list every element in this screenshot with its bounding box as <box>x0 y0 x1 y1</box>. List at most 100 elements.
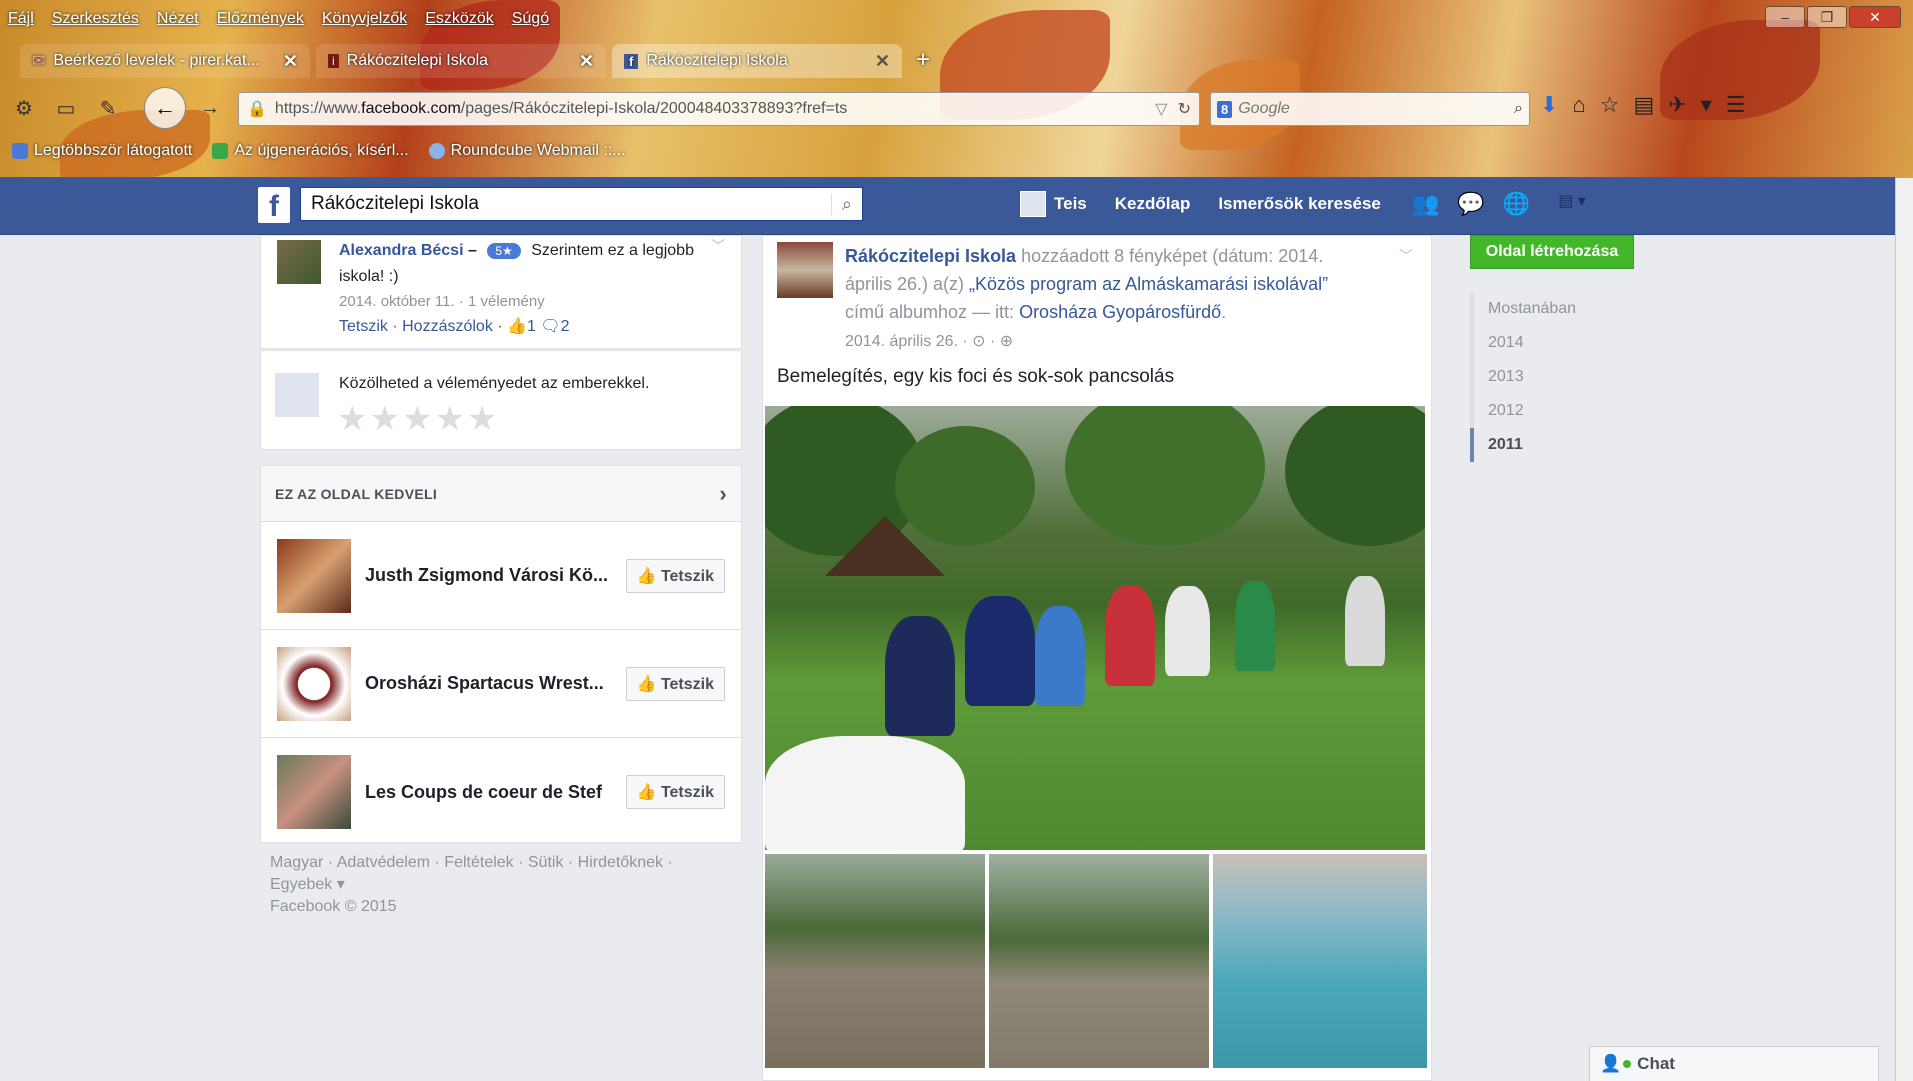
menu-edit[interactable]: Szerkesztés <box>52 10 139 34</box>
footer-links[interactable]: Magyar · Adatvédelem · Feltételek · Süti… <box>270 852 720 874</box>
album-link[interactable]: „Közös program az Almáskamarási iskoláva… <box>969 274 1328 294</box>
tab-school-2[interactable]: f Rákóczitelepi Iskola ✕ <box>612 44 902 78</box>
bookmark-label: Roundcube Webmail ::... <box>450 142 626 159</box>
web-search-input[interactable]: 8 Google ⌕ <box>1210 92 1530 126</box>
menu-tools[interactable]: Eszközök <box>425 10 493 34</box>
timeline-item-recent[interactable]: Mostanában <box>1470 292 1634 326</box>
post-photo-thumb[interactable] <box>989 854 1209 1068</box>
chevron-down-icon[interactable]: ﹀ <box>1399 246 1413 266</box>
like-button[interactable]: 👍 Tetszik <box>625 775 725 809</box>
footer-more[interactable]: Egyebek ▾ <box>270 874 720 896</box>
page-name[interactable]: Orosházi Spartacus Wrest... <box>365 673 626 694</box>
like-button-label: Tetszik <box>660 784 714 801</box>
close-tab-icon[interactable]: ✕ <box>283 51 298 72</box>
minimize-button[interactable]: – <box>1765 6 1805 28</box>
search-icon[interactable]: ⌕ <box>1514 100 1523 118</box>
share-prompt: Közölheted a véleményedet az emberekkel. <box>339 375 650 392</box>
create-page-button[interactable]: Oldal létrehozása <box>1470 235 1634 269</box>
avatar[interactable] <box>277 240 321 284</box>
maximize-button[interactable]: ❐ <box>1807 6 1847 28</box>
puzzle-icon[interactable]: ✎ <box>90 90 126 126</box>
search-icon[interactable]: ⌕ <box>830 193 852 215</box>
page-thumbnail[interactable] <box>277 646 351 721</box>
menu-view[interactable]: Nézet <box>157 10 199 34</box>
avatar[interactable] <box>777 242 833 298</box>
post-header: Rákóczitelepi Iskola hozzáadott 8 fényké… <box>845 242 1355 356</box>
close-tab-icon[interactable]: ✕ <box>579 51 594 72</box>
menu-bar: Fájl Szerkesztés Nézet Előzmények Könyvj… <box>8 10 549 34</box>
bookmark-roundcube[interactable]: Roundcube Webmail ::... <box>428 142 626 160</box>
chevron-down-icon[interactable]: ▾ <box>1701 92 1712 118</box>
forward-button[interactable]: → <box>192 90 228 126</box>
timeline-item-2014[interactable]: 2014 <box>1470 326 1634 360</box>
dropdown-icon[interactable]: ▽ <box>1155 99 1167 119</box>
window-icon[interactable]: ▭ <box>48 90 84 126</box>
liked-pages-header[interactable]: EZ AZ OLDAL KEDVELI › <box>261 466 741 522</box>
page-name[interactable]: Justh Zsigmond Városi Kö... <box>365 565 626 586</box>
extension-icon[interactable]: ⚙ <box>6 90 42 126</box>
tab-school-1[interactable]: i Rákóczitelepi Iskola ✕ <box>316 44 606 78</box>
person-shape <box>765 736 965 850</box>
post-photo-main[interactable] <box>765 406 1425 850</box>
timeline-item-2011[interactable]: 2011 <box>1470 428 1634 462</box>
url-bar[interactable]: 🔒 https://www. facebook.com/pages/Rákóczi… <box>238 92 1200 126</box>
menu-icon[interactable]: ☰ <box>1726 92 1746 118</box>
new-tab-button[interactable]: + <box>908 44 938 78</box>
bookmark-new-gen[interactable]: Az újgenerációs, kísérl... <box>212 142 409 160</box>
comments-count[interactable]: 2 <box>561 318 570 335</box>
bookmarks-bar: Legtöbbször látogatott Az újgenerációs, … <box>12 142 626 160</box>
notifications-icon[interactable]: 🌐 <box>1503 191 1530 217</box>
timeline-item-2012[interactable]: 2012 <box>1470 394 1634 428</box>
page-scrollbar[interactable] <box>1895 178 1913 1081</box>
bookmark-most-visited[interactable]: Legtöbbször látogatott <box>12 142 192 160</box>
download-icon[interactable]: ⬇ <box>1540 92 1558 118</box>
thumb-icon: 👍 <box>636 675 657 693</box>
page-name[interactable]: Les Coups de coeur de Stef <box>365 782 626 803</box>
reading-list-icon[interactable]: ▤ <box>1633 92 1654 118</box>
reload-icon[interactable]: ↻ <box>1178 99 1191 119</box>
close-tab-icon[interactable]: ✕ <box>875 51 890 72</box>
home-link[interactable]: Kezdőlap <box>1115 194 1191 214</box>
star-rating[interactable]: ★★★★★ <box>337 399 499 439</box>
chevron-down-icon[interactable]: ﹀ <box>711 236 725 256</box>
comment-link[interactable]: Hozzászólok <box>402 318 493 335</box>
back-button[interactable]: ← <box>144 87 186 129</box>
home-icon[interactable]: ⌂ <box>1572 92 1585 118</box>
tab-mail[interactable]: ✉ Beérkező levelek - pirer.kat... ✕ <box>20 44 310 78</box>
chat-bar[interactable]: 👤 Chat <box>1589 1046 1879 1081</box>
post-photo-thumb[interactable] <box>1213 854 1427 1068</box>
reviewer-name[interactable]: Alexandra Bécsi <box>339 242 464 259</box>
menu-history[interactable]: Előzmények <box>217 10 304 34</box>
messages-icon[interactable]: 💬 <box>1457 191 1484 217</box>
page-thumbnail[interactable] <box>277 538 351 613</box>
post-date[interactable]: 2014. április 26. · ⊙ · ⊕ <box>845 333 1013 350</box>
profile-link[interactable]: Teis <box>1020 191 1087 217</box>
like-link[interactable]: Tetszik <box>339 318 388 335</box>
settings-icon[interactable]: ▤ ▾ <box>1558 191 1586 217</box>
facebook-logo-icon[interactable]: f <box>258 187 290 223</box>
menu-file[interactable]: Fájl <box>8 10 34 34</box>
chevron-right-icon[interactable]: › <box>719 481 727 507</box>
list-item: Justh Zsigmond Városi Kö... 👍 Tetszik <box>261 522 741 630</box>
menu-bookmarks[interactable]: Könyvjelzők <box>322 10 407 34</box>
browser-chrome: Fájl Szerkesztés Nézet Előzmények Könyvj… <box>0 0 1913 180</box>
friend-requests-icon[interactable]: 👥 <box>1412 191 1439 217</box>
like-button[interactable]: 👍 Tetszik <box>625 666 725 701</box>
bookmark-icon <box>12 143 28 159</box>
post-author[interactable]: Rákóczitelepi Iskola <box>845 246 1016 266</box>
addon-icon[interactable]: ✈ <box>1668 92 1686 118</box>
timeline-item-2013[interactable]: 2013 <box>1470 360 1634 394</box>
close-window-button[interactable]: ✕ <box>1849 6 1901 28</box>
menu-help[interactable]: Súgó <box>512 10 549 34</box>
find-friends-link[interactable]: Ismerősök keresése <box>1218 194 1381 214</box>
timeline-post: Rákóczitelepi Iskola hozzáadott 8 fényké… <box>762 235 1432 1081</box>
fb-search-input[interactable]: Rákóczitelepi Iskola ⌕ <box>300 187 863 221</box>
place-link[interactable]: Orosháza Gyopárosfürdő <box>1019 302 1221 322</box>
post-photo-thumb[interactable] <box>765 854 985 1068</box>
likes-count[interactable]: 1 <box>527 318 536 335</box>
search-engine-icon[interactable]: 8 <box>1217 100 1233 118</box>
bookmark-star-icon[interactable]: ☆ <box>1600 92 1620 118</box>
like-button[interactable]: 👍 Tetszik <box>625 558 725 593</box>
page-thumbnail[interactable] <box>277 755 351 829</box>
thumb-icon: 👍 <box>636 784 657 801</box>
